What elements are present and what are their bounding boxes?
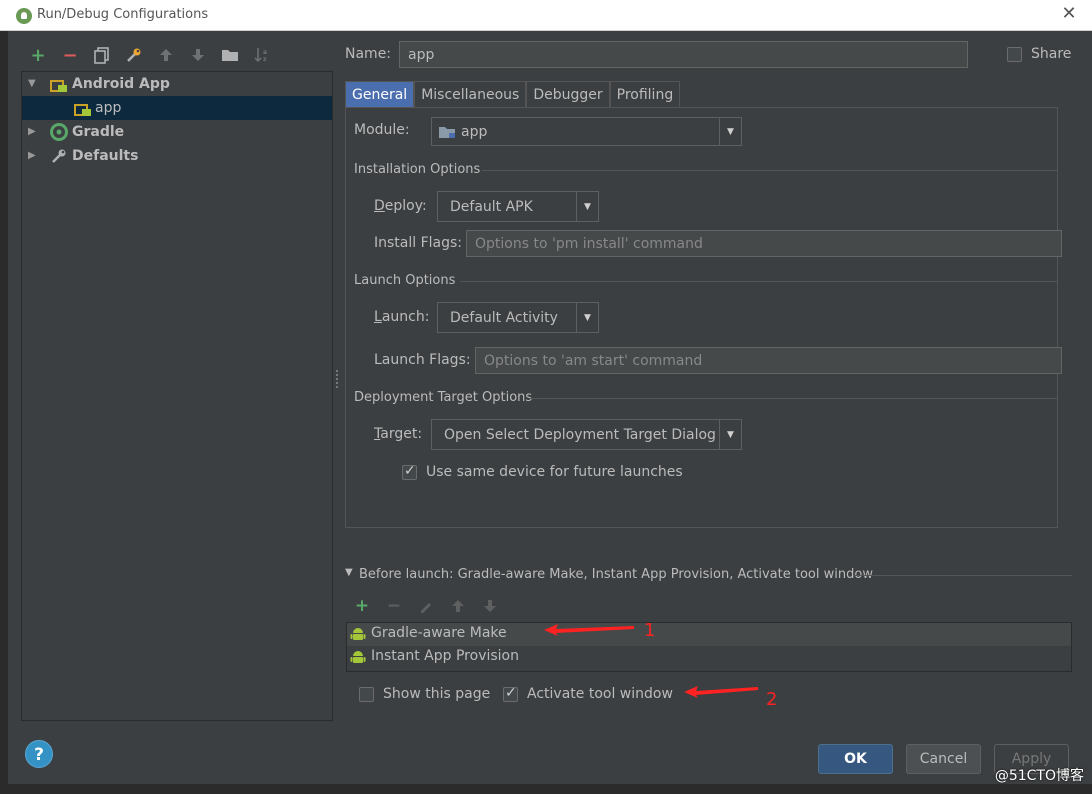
wrench-icon[interactable] (118, 42, 150, 68)
install-flags-field[interactable]: Options to 'pm install' command (466, 230, 1062, 257)
section-divider (853, 575, 1072, 576)
name-field[interactable]: app (399, 41, 968, 68)
show-page-checkbox[interactable] (359, 687, 374, 702)
target-value: Open Select Deployment Target Dialog (444, 426, 716, 443)
chevron-down-icon[interactable]: ▼ (576, 192, 598, 221)
section-divider (482, 170, 1058, 171)
tab-debugger[interactable]: Debugger (526, 81, 610, 107)
wrench-icon (50, 147, 66, 163)
list-item[interactable]: Gradle-aware Make (347, 623, 1071, 646)
android-icon (350, 649, 366, 665)
tab-miscellaneous[interactable]: Miscellaneous (414, 81, 527, 107)
configuration-tree: ▼ Android App app ▶ Gradle ▶ Defaults (21, 71, 333, 721)
move-down-icon[interactable] (182, 42, 214, 68)
list-item-label: Gradle-aware Make (371, 625, 507, 641)
share-checkbox[interactable] (1007, 47, 1022, 62)
ok-button[interactable]: OK (818, 744, 893, 774)
deployment-section-title: Deployment Target Options (354, 390, 533, 405)
section-divider (530, 398, 1058, 399)
activate-tool-window-label: Activate tool window (527, 686, 673, 702)
deploy-combo[interactable]: Default APK ▼ (437, 191, 599, 222)
install-flags-label: Install Flags: (374, 235, 463, 251)
move-up-icon[interactable] (150, 42, 182, 68)
sort-icon[interactable]: az (246, 42, 278, 68)
annotation-arrow-icon (544, 624, 634, 636)
cancel-button[interactable]: Cancel (906, 744, 981, 774)
expanded-arrow-icon[interactable]: ▼ (28, 72, 40, 96)
activate-tool-window-checkbox[interactable] (503, 685, 518, 702)
run-debug-dialog: Run/Debug Configurations ✕ + − az ▼ Andr… (0, 0, 1092, 794)
tab-profiling[interactable]: Profiling (609, 81, 681, 107)
title-bar: Run/Debug Configurations ✕ (0, 0, 1092, 31)
background-editor-edge (0, 31, 8, 794)
launch-combo[interactable]: Default Activity ▼ (437, 302, 599, 333)
module-combo[interactable]: app ▼ (431, 117, 742, 146)
background-editor-strip (0, 784, 1092, 794)
collapsed-arrow-icon[interactable]: ▶ (28, 144, 40, 168)
annotation-arrow-icon (684, 686, 758, 698)
android-studio-icon (16, 8, 32, 24)
same-device-label: Use same device for future launches (426, 464, 683, 480)
section-divider (460, 281, 1058, 282)
android-app-icon (74, 101, 91, 116)
config-tabs: General Miscellaneous Debugger Profiling (345, 81, 681, 107)
deploy-value: Default APK (450, 198, 533, 215)
installation-section-title: Installation Options (354, 162, 481, 177)
same-device-checkbox[interactable] (402, 463, 417, 480)
android-app-icon (50, 77, 67, 92)
android-icon (350, 626, 366, 642)
annotation-number: 1 (644, 620, 656, 641)
module-folder-icon (438, 125, 456, 139)
chevron-down-icon[interactable]: ▼ (576, 303, 598, 332)
share-label: Share (1031, 46, 1072, 62)
tree-item-defaults[interactable]: ▶ Defaults (22, 144, 332, 168)
gradle-icon (50, 123, 68, 141)
module-value: app (461, 123, 488, 140)
add-icon[interactable]: + (22, 42, 54, 68)
list-item[interactable]: Instant App Provision (347, 646, 1071, 669)
tab-general[interactable]: General (345, 81, 415, 107)
collapse-arrow-icon[interactable]: ▼ (345, 567, 353, 578)
name-label: Name: (345, 46, 392, 62)
chevron-down-icon[interactable]: ▼ (719, 118, 741, 145)
collapsed-arrow-icon[interactable]: ▶ (28, 120, 40, 144)
annotation-number: 2 (766, 689, 778, 710)
deploy-label: Deploy: (374, 198, 427, 214)
move-down-icon[interactable] (474, 594, 506, 618)
before-launch-header: Before launch: Gradle-aware Make, Instan… (359, 567, 873, 582)
svg-text:a: a (263, 49, 267, 56)
launch-flags-field[interactable]: Options to 'am start' command (475, 347, 1062, 374)
module-label: Module: (354, 122, 410, 138)
folder-icon[interactable] (214, 42, 246, 68)
list-item-label: Instant App Provision (371, 648, 519, 664)
remove-icon[interactable]: − (54, 42, 86, 68)
tree-item-gradle[interactable]: ▶ Gradle (22, 120, 332, 144)
launch-label: Launch: (374, 309, 430, 325)
launch-value: Default Activity (450, 309, 558, 326)
svg-text:z: z (263, 56, 267, 63)
before-launch-toolbar: + − (346, 594, 506, 618)
splitter-handle[interactable] (336, 370, 340, 388)
target-combo[interactable]: Open Select Deployment Target Dialog ▼ (431, 419, 742, 450)
before-launch-list: Gradle-aware Make Instant App Provision (346, 622, 1072, 672)
window-title: Run/Debug Configurations (37, 7, 209, 22)
chevron-down-icon[interactable]: ▼ (719, 420, 741, 449)
edit-icon[interactable] (410, 594, 442, 618)
tree-item-android-app[interactable]: ▼ Android App (22, 72, 332, 96)
remove-icon[interactable]: − (378, 594, 410, 618)
show-page-label: Show this page (383, 686, 491, 702)
tree-item-app[interactable]: app (22, 96, 332, 120)
close-icon[interactable]: ✕ (1058, 3, 1080, 25)
copy-icon[interactable] (86, 42, 118, 68)
watermark: @51CTO博客 (994, 768, 1084, 784)
config-toolbar: + − az (22, 42, 278, 68)
target-label: Target: (374, 426, 423, 442)
help-button[interactable]: ? (25, 740, 53, 768)
add-icon[interactable]: + (346, 594, 378, 618)
launch-flags-label: Launch Flags: (374, 352, 471, 368)
launch-section-title: Launch Options (354, 273, 456, 288)
move-up-icon[interactable] (442, 594, 474, 618)
